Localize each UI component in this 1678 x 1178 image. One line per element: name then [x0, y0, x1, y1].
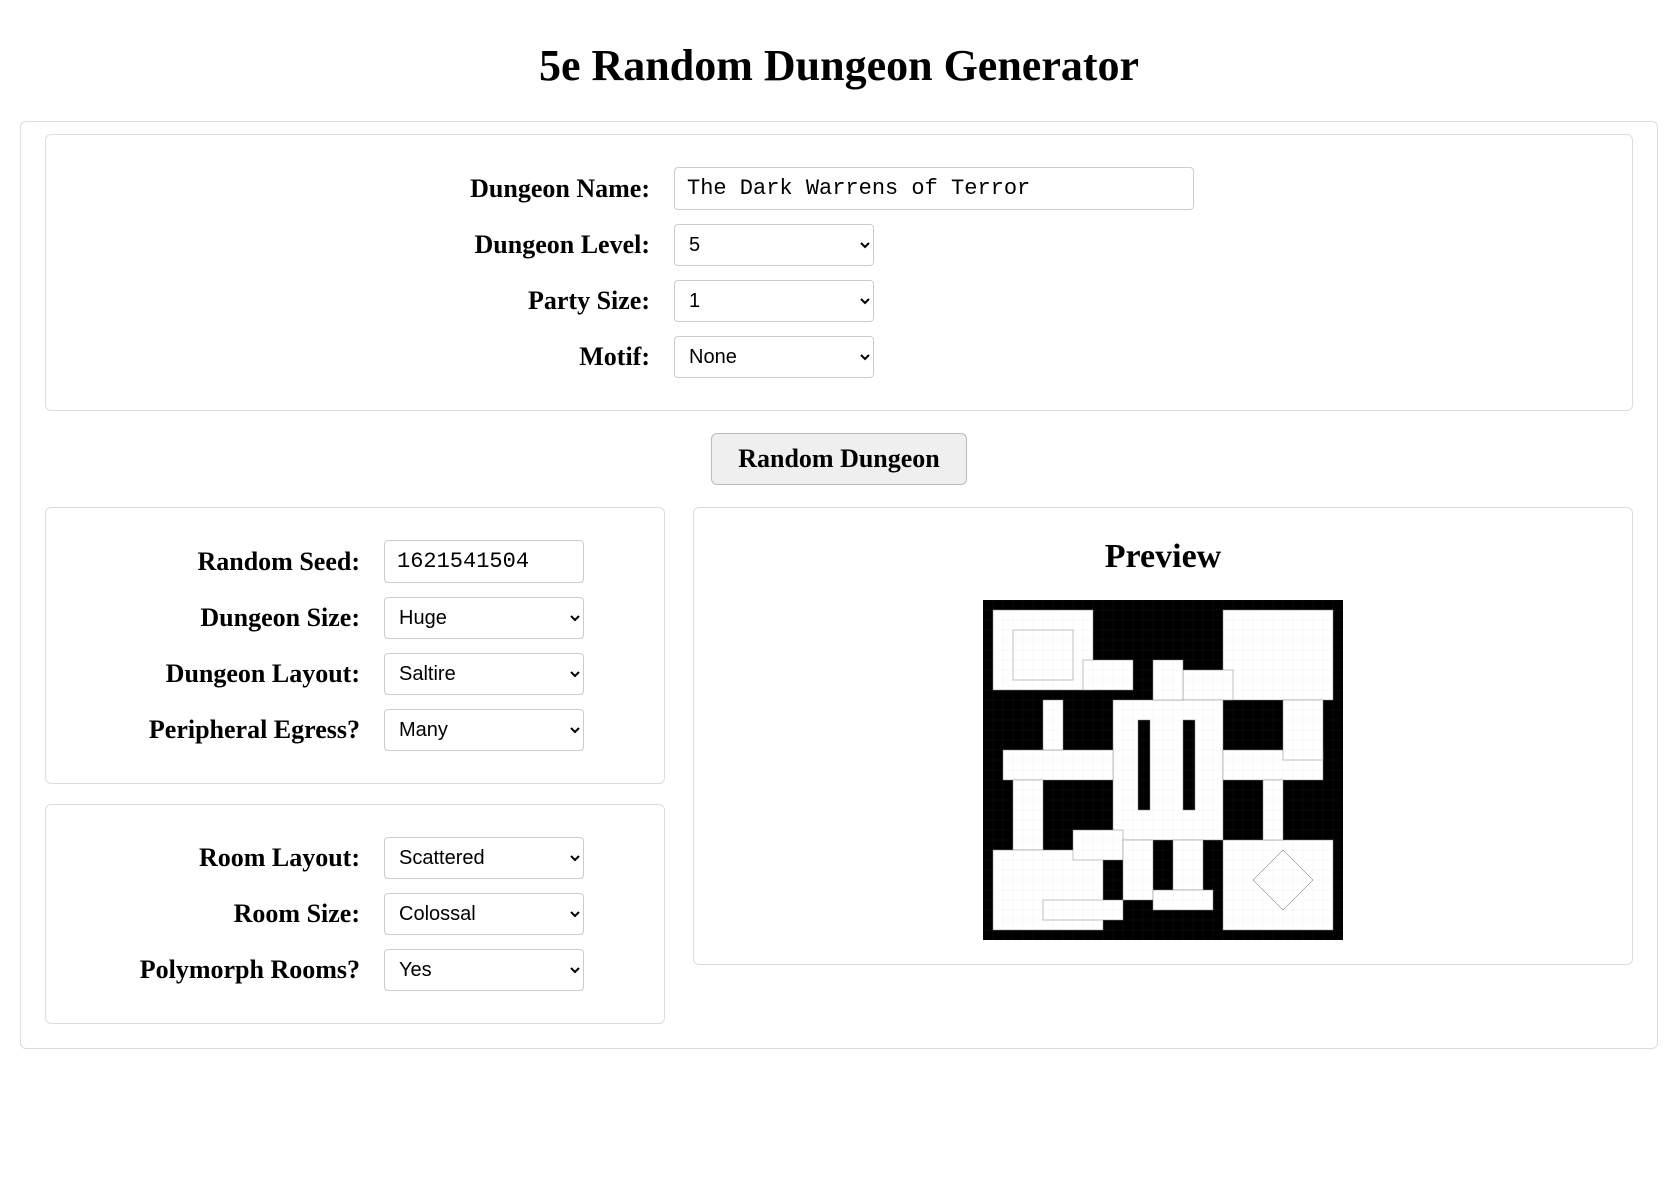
preview-panel: Preview — [693, 507, 1633, 965]
dungeon-map-preview — [983, 600, 1343, 940]
dungeon-layout-select[interactable]: Saltire — [384, 653, 584, 695]
room-layout-select[interactable]: Scattered — [384, 837, 584, 879]
random-dungeon-button[interactable]: Random Dungeon — [711, 433, 967, 485]
dungeon-size-label: Dungeon Size: — [74, 603, 384, 633]
peripheral-egress-label: Peripheral Egress? — [74, 715, 384, 745]
generator-panel: Dungeon Name: Dungeon Level: 5 Party Siz… — [20, 121, 1658, 1049]
preview-title: Preview — [718, 538, 1608, 576]
random-seed-label: Random Seed: — [74, 547, 384, 577]
motif-select[interactable]: None — [674, 336, 874, 378]
dungeon-size-select[interactable]: Huge — [384, 597, 584, 639]
motif-label: Motif: — [74, 342, 674, 372]
dungeon-level-select[interactable]: 5 — [674, 224, 874, 266]
dungeon-name-label: Dungeon Name: — [74, 174, 674, 204]
room-layout-label: Room Layout: — [74, 843, 384, 873]
dungeon-basic-group: Dungeon Name: Dungeon Level: 5 Party Siz… — [45, 134, 1633, 411]
page-title: 5e Random Dungeon Generator — [20, 40, 1658, 91]
peripheral-egress-select[interactable]: Many — [384, 709, 584, 751]
polymorph-rooms-label: Polymorph Rooms? — [74, 955, 384, 985]
party-size-label: Party Size: — [74, 286, 674, 316]
room-size-label: Room Size: — [74, 899, 384, 929]
room-group: Room Layout: Scattered Room Size: Coloss… — [45, 804, 665, 1024]
party-size-select[interactable]: 1 — [674, 280, 874, 322]
polymorph-rooms-select[interactable]: Yes — [384, 949, 584, 991]
room-size-select[interactable]: Colossal — [384, 893, 584, 935]
dungeon-shape-group: Random Seed: Dungeon Size: Huge Dungeon … — [45, 507, 665, 784]
dungeon-name-input[interactable] — [674, 167, 1194, 210]
dungeon-layout-label: Dungeon Layout: — [74, 659, 384, 689]
random-seed-input[interactable] — [384, 540, 584, 583]
dungeon-level-label: Dungeon Level: — [74, 230, 674, 260]
